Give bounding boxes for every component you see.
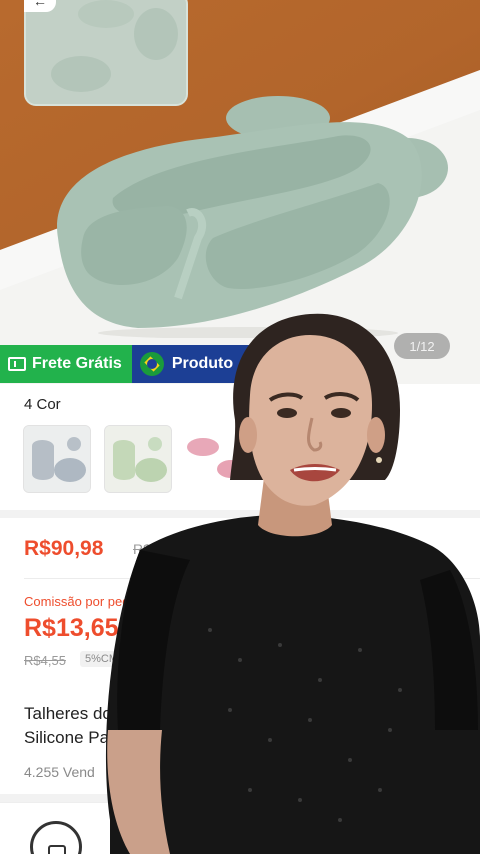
color-count-label: 4 Cor bbox=[24, 396, 61, 413]
product-title-line-1: Talheres do bbox=[24, 704, 112, 723]
screen: ← 1/12 Frete Grátis Produto 4 Cor R$90,9… bbox=[0, 0, 480, 854]
commission-old-value: R$4,55 bbox=[24, 653, 66, 668]
back-arrow-icon[interactable]: ← bbox=[24, 0, 56, 12]
color-swatch-gray[interactable] bbox=[23, 425, 91, 493]
store-icon bbox=[48, 845, 66, 854]
sold-count: 4.255 Vend bbox=[24, 764, 95, 780]
shipping-icon bbox=[8, 357, 26, 371]
presenter-video-overlay bbox=[106, 313, 480, 854]
current-price: R$90,98 bbox=[24, 537, 104, 560]
product-title-line-2: Silicone Pa bbox=[24, 728, 110, 747]
